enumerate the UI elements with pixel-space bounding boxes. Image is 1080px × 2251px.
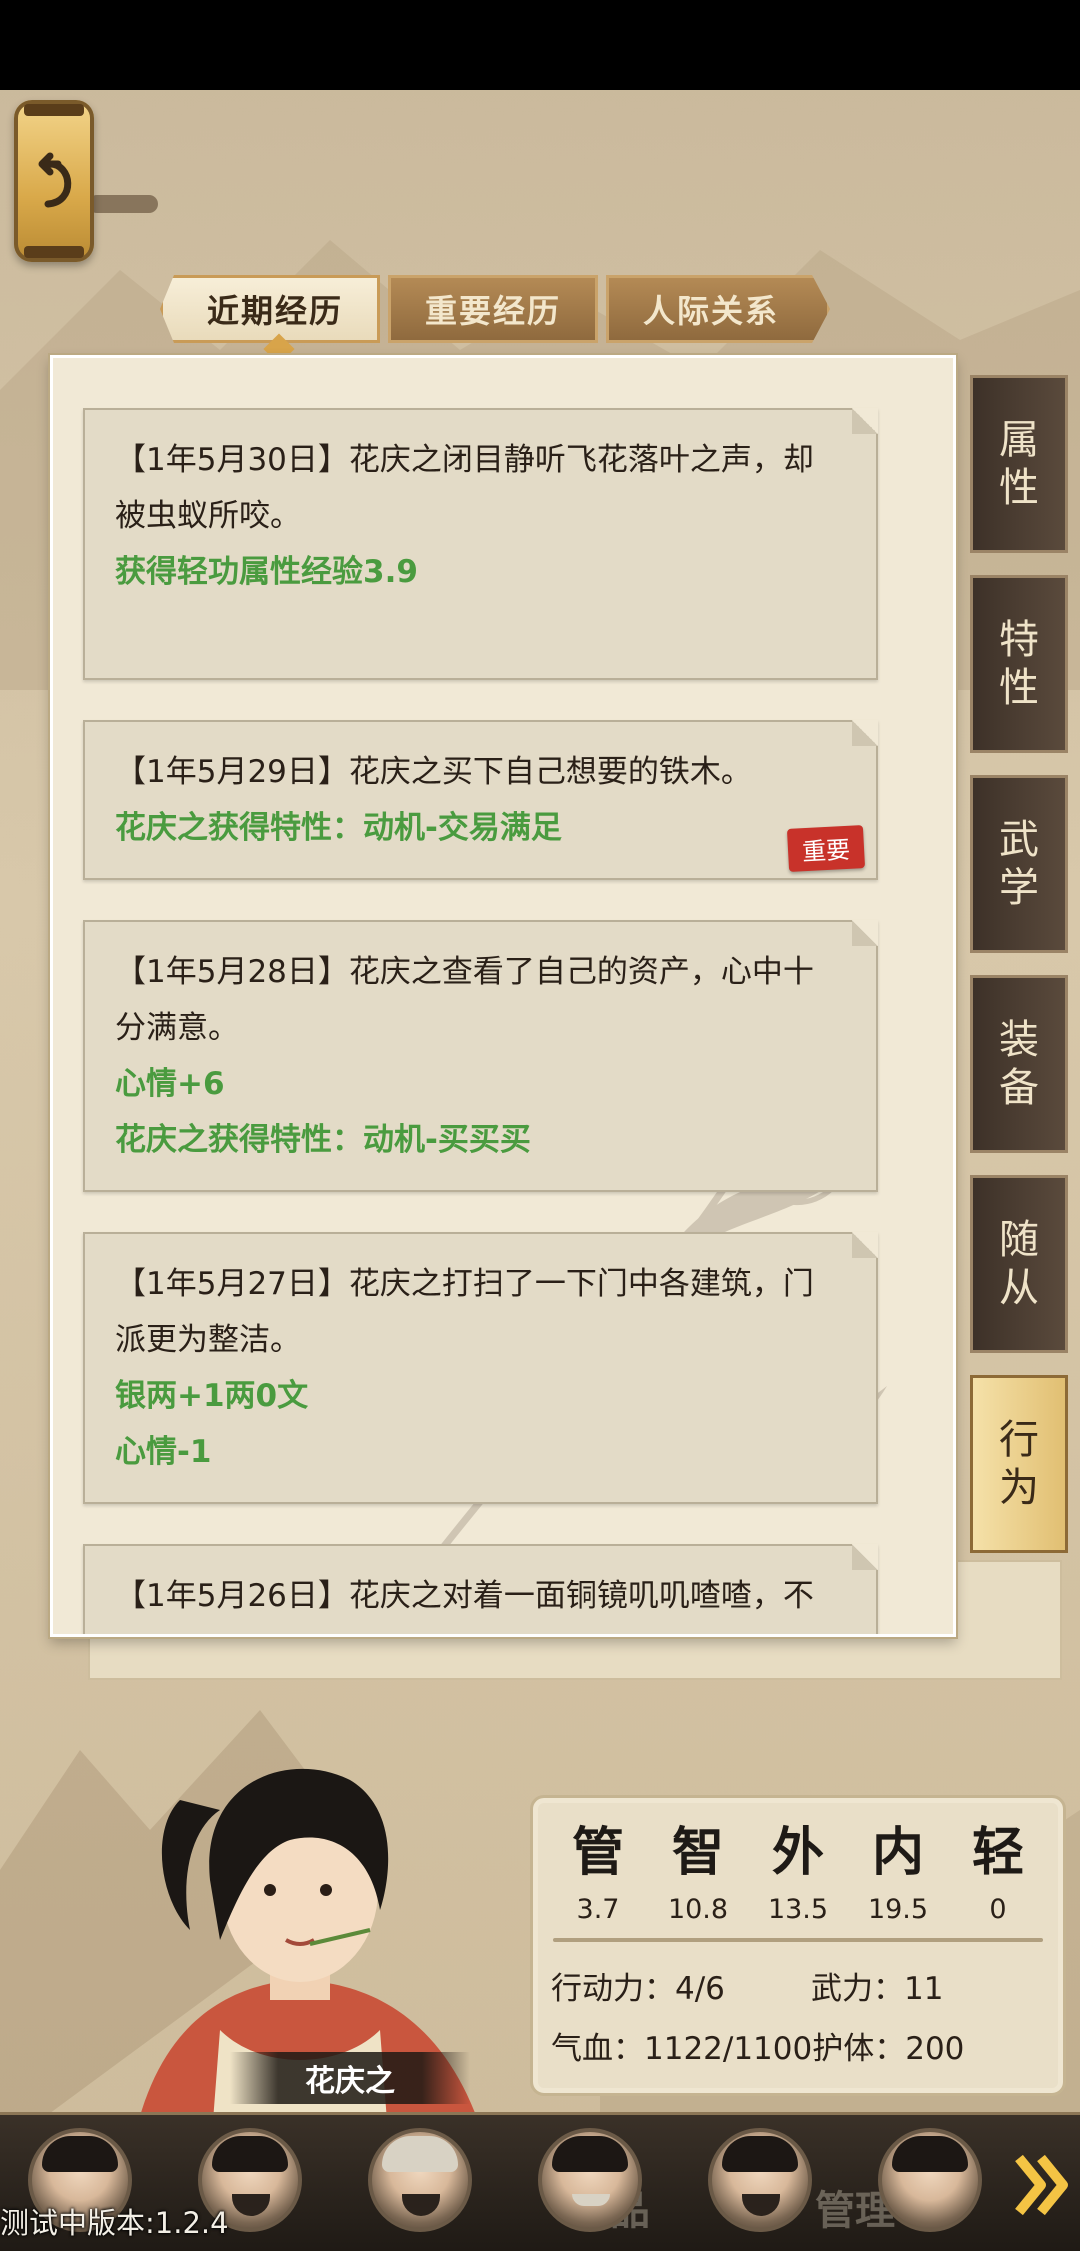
side-tab-char: 属	[999, 417, 1039, 463]
side-tab-traits[interactable]: 特 性	[970, 575, 1068, 753]
attribute-value: 19.5	[867, 1894, 929, 1925]
entry-effect: 花庆之获得特性：动机-买买买	[115, 1122, 531, 1158]
entry-effect: 获得轻功属性经验3.9	[115, 554, 418, 590]
avatar[interactable]	[538, 2128, 642, 2232]
hp-armor-stat: 气血：1122/1100护体：200	[551, 2031, 965, 2067]
undo-arrow-icon	[38, 152, 72, 208]
entry-effect: 银两+1两0文	[115, 1378, 309, 1414]
attribute-external: 外 13.5	[753, 1818, 843, 1925]
side-tab-char: 学	[999, 865, 1039, 911]
avatar[interactable]	[708, 2128, 812, 2232]
avatar-hair	[892, 2136, 968, 2172]
history-tabs: 近期经历 重要经历 人际关系	[160, 275, 830, 343]
tab-important-history[interactable]: 重要经历	[388, 275, 599, 343]
character-stats: 管 3.7 智 10.8 外 13.5 内 19.5 轻 0 行动力：4/6 武…	[530, 1795, 1066, 2096]
entry-text: 【1年5月27日】花庆之打扫了一下门中各建筑，门	[115, 1266, 814, 1302]
avatar-hair	[42, 2136, 118, 2172]
attribute-internal: 内 19.5	[853, 1818, 943, 1925]
history-entry: 【1年5月27日】花庆之打扫了一下门中各建筑，门 派更为整洁。 银两+1两0文 …	[83, 1232, 878, 1504]
version-label: 测试中版本:1.2.4	[0, 2206, 229, 2240]
entry-text: 【1年5月28日】花庆之查看了自己的资产，心中十	[115, 954, 814, 990]
back-button-cap-bottom	[24, 246, 84, 258]
side-tab-attributes[interactable]: 属 性	[970, 375, 1068, 553]
side-tab-equipment[interactable]: 装 备	[970, 975, 1068, 1153]
attribute-char: 管	[571, 1822, 624, 1883]
history-entry: 【1年5月30日】花庆之闭目静听飞花落叶之声，却 被虫蚁所咬。 获得轻功属性经验…	[83, 408, 878, 680]
avatar[interactable]	[878, 2128, 982, 2232]
side-tab-char: 武	[999, 817, 1039, 863]
entry-text: 【1年5月26日】花庆之对着一面铜镜叽叽喳喳，不	[115, 1578, 814, 1614]
character-name: 花庆之	[230, 2052, 470, 2104]
side-tab-behavior[interactable]: 行 为	[970, 1375, 1068, 1553]
attribute-value: 13.5	[767, 1894, 829, 1925]
side-tab-char: 装	[999, 1017, 1039, 1063]
avatar-hair	[552, 2136, 628, 2172]
history-entry: 【1年5月29日】花庆之买下自己想要的铁木。 花庆之获得特性：动机-交易满足 重…	[83, 720, 878, 880]
attribute-char: 智	[671, 1822, 724, 1883]
action-power: 行动力：4/6	[551, 1971, 725, 2007]
avatar[interactable]	[368, 2128, 472, 2232]
side-tab-martial-arts[interactable]: 武 学	[970, 775, 1068, 953]
tab-relationships[interactable]: 人际关系	[606, 275, 830, 343]
attribute-agility: 轻 0	[953, 1818, 1043, 1925]
avatar-hair	[212, 2136, 288, 2172]
attribute-char: 内	[871, 1822, 924, 1883]
entry-text: 分满意。	[115, 1010, 239, 1046]
history-entry: 【1年5月26日】花庆之对着一面铜镜叽叽喳喳，不	[83, 1544, 878, 1634]
entry-effect: 心情+6	[115, 1066, 225, 1102]
attribute-value: 0	[989, 1894, 1007, 1925]
entry-text: 派更为整洁。	[115, 1322, 301, 1358]
history-entry: 【1年5月28日】花庆之查看了自己的资产，心中十 分满意。 心情+6 花庆之获得…	[83, 920, 878, 1192]
side-tab-char: 特	[999, 617, 1039, 663]
entry-text: 【1年5月30日】花庆之闭目静听飞花落叶之声，却	[115, 442, 814, 478]
attribute-intelligence: 智 10.8	[653, 1818, 743, 1925]
tab-recent-history[interactable]: 近期经历	[160, 275, 381, 343]
side-tab-char: 为	[999, 1465, 1039, 1511]
back-button-cap-top	[24, 104, 84, 116]
stats-divider	[553, 1938, 1043, 1942]
entry-effect: 花庆之获得特性：动机-交易满足	[115, 810, 562, 846]
avatar-beard	[232, 2194, 270, 2216]
back-button[interactable]	[14, 100, 94, 262]
attribute-columns: 管 3.7 智 10.8 外 13.5 内 19.5 轻 0	[553, 1818, 1043, 1925]
avatar-beard	[402, 2194, 440, 2216]
attribute-char: 轻	[971, 1822, 1024, 1883]
side-tab-char: 性	[999, 665, 1039, 711]
attribute-value: 3.7	[576, 1894, 620, 1925]
side-tab-char: 随	[999, 1217, 1039, 1263]
entry-text: 【1年5月29日】花庆之买下自己想要的铁木。	[115, 754, 752, 790]
status-bar	[0, 0, 1080, 90]
side-tab-char: 行	[999, 1417, 1039, 1463]
avatar-headband	[382, 2136, 458, 2172]
entry-text: 被虫蚁所咬。	[115, 498, 301, 534]
side-tab-char: 备	[999, 1065, 1039, 1111]
attribute-management: 管 3.7	[553, 1818, 643, 1925]
important-badge: 重要	[786, 825, 866, 872]
back-button-stick	[88, 195, 158, 213]
side-tab-char: 从	[999, 1265, 1039, 1311]
side-tab-followers[interactable]: 随 从	[970, 1175, 1068, 1353]
double-chevron-right-icon-svg	[1015, 2154, 1068, 2216]
avatar-beard	[742, 2194, 780, 2216]
force-stat: 武力：11	[811, 1971, 944, 2007]
avatar-beard	[572, 2194, 610, 2206]
entry-effect: 心情-1	[115, 1434, 212, 1470]
history-panel[interactable]: 【1年5月30日】花庆之闭目静听飞花落叶之声，却 被虫蚁所咬。 获得轻功属性经验…	[50, 355, 956, 1637]
attribute-value: 10.8	[667, 1894, 729, 1925]
avatar-hair	[722, 2136, 798, 2172]
side-tab-char: 性	[999, 465, 1039, 511]
attribute-char: 外	[771, 1822, 824, 1883]
double-chevron-right-icon[interactable]	[1010, 2140, 1076, 2230]
